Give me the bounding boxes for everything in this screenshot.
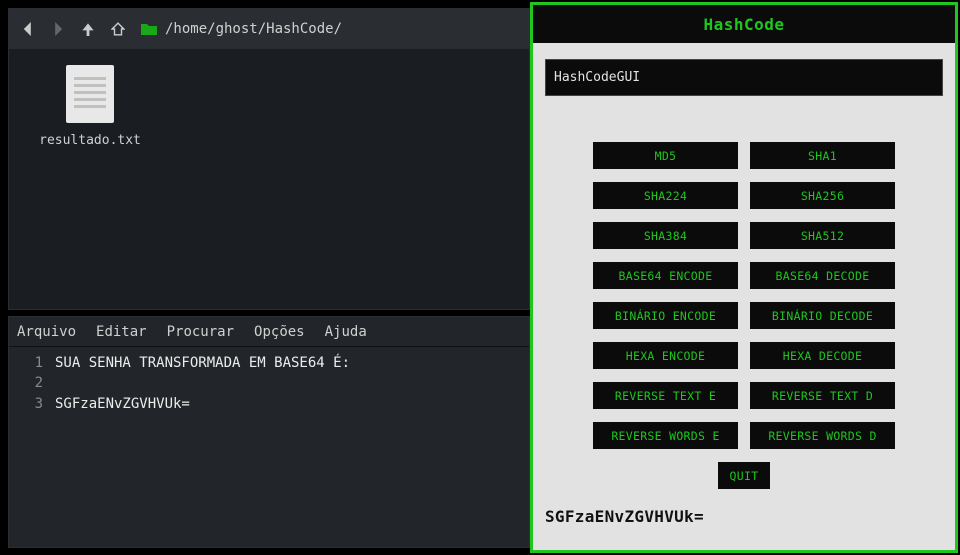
line-number: 2 (17, 373, 43, 393)
hashcode-window: HashCode MD5 SHA1 SHA224 SHA256 SHA384 S… (530, 2, 958, 553)
text-file-icon (66, 65, 114, 123)
button-row: SHA384 SHA512 (593, 222, 895, 249)
file-item[interactable]: resultado.txt (25, 65, 155, 148)
line-number: 3 (17, 394, 43, 414)
hash-input[interactable] (548, 62, 940, 93)
button-row: SHA224 SHA256 (593, 182, 895, 209)
nav-forward-icon[interactable] (51, 22, 65, 36)
editor-line: 2 (17, 373, 521, 393)
sha1-button[interactable]: SHA1 (750, 142, 895, 169)
menu-options[interactable]: Opções (254, 324, 305, 340)
editor-line: 1 SUA SENHA TRANSFORMADA EM BASE64 É: (17, 353, 521, 373)
button-row: REVERSE WORDS E REVERSE WORDS D (593, 422, 895, 449)
nav-home-icon[interactable] (111, 22, 125, 36)
button-row: QUIT (718, 462, 770, 489)
button-grid: MD5 SHA1 SHA224 SHA256 SHA384 SHA512 BAS… (545, 142, 943, 489)
editor-body[interactable]: 1 SUA SENHA TRANSFORMADA EM BASE64 É: 2 3… (9, 347, 529, 420)
nav-back-icon[interactable] (21, 22, 35, 36)
button-row: REVERSE TEXT E REVERSE TEXT D (593, 382, 895, 409)
hashcode-content: MD5 SHA1 SHA224 SHA256 SHA384 SHA512 BAS… (533, 43, 955, 542)
hashcode-title: HashCode (533, 5, 955, 43)
reverse-words-e-button[interactable]: REVERSE WORDS E (593, 422, 738, 449)
hexa-decode-button[interactable]: HEXA DECODE (750, 342, 895, 369)
hexa-encode-button[interactable]: HEXA ENCODE (593, 342, 738, 369)
file-manager-pane: /home/ghost/HashCode/ resultado.txt (8, 8, 530, 310)
sha512-button[interactable]: SHA512 (750, 222, 895, 249)
line-text: SUA SENHA TRANSFORMADA EM BASE64 É: (55, 353, 350, 373)
base64-encode-button[interactable]: BASE64 ENCODE (593, 262, 738, 289)
button-row: MD5 SHA1 (593, 142, 895, 169)
line-number: 1 (17, 353, 43, 373)
menu-search[interactable]: Procurar (167, 324, 234, 340)
file-manager-body[interactable]: resultado.txt (9, 49, 529, 164)
sha384-button[interactable]: SHA384 (593, 222, 738, 249)
button-row: HEXA ENCODE HEXA DECODE (593, 342, 895, 369)
result-output: SGFzaENvZGVHVUk= (545, 507, 943, 526)
address-path: /home/ghost/HashCode/ (165, 21, 342, 37)
line-text: SGFzaENvZGVHVUk= (55, 394, 190, 414)
binary-decode-button[interactable]: BINÁRIO DECODE (750, 302, 895, 329)
md5-button[interactable]: MD5 (593, 142, 738, 169)
folder-icon (141, 22, 157, 36)
sha224-button[interactable]: SHA224 (593, 182, 738, 209)
editor-menubar: Arquivo Editar Procurar Opções Ajuda (9, 317, 529, 347)
address-bar[interactable]: /home/ghost/HashCode/ (141, 21, 342, 37)
button-row: BINÁRIO ENCODE BINÁRIO DECODE (593, 302, 895, 329)
nav-up-icon[interactable] (81, 22, 95, 36)
menu-help[interactable]: Ajuda (325, 324, 367, 340)
base64-decode-button[interactable]: BASE64 DECODE (750, 262, 895, 289)
file-name: resultado.txt (25, 133, 155, 148)
menu-file[interactable]: Arquivo (17, 324, 76, 340)
quit-button[interactable]: QUIT (718, 462, 770, 489)
input-wrap (545, 59, 943, 96)
editor-line: 3 SGFzaENvZGVHVUk= (17, 394, 521, 414)
reverse-text-e-button[interactable]: REVERSE TEXT E (593, 382, 738, 409)
menu-edit[interactable]: Editar (96, 324, 147, 340)
binary-encode-button[interactable]: BINÁRIO ENCODE (593, 302, 738, 329)
reverse-words-d-button[interactable]: REVERSE WORDS D (750, 422, 895, 449)
button-row: BASE64 ENCODE BASE64 DECODE (593, 262, 895, 289)
reverse-text-d-button[interactable]: REVERSE TEXT D (750, 382, 895, 409)
file-manager-toolbar: /home/ghost/HashCode/ (9, 9, 529, 49)
text-editor-pane: Arquivo Editar Procurar Opções Ajuda 1 SU… (8, 316, 530, 548)
sha256-button[interactable]: SHA256 (750, 182, 895, 209)
